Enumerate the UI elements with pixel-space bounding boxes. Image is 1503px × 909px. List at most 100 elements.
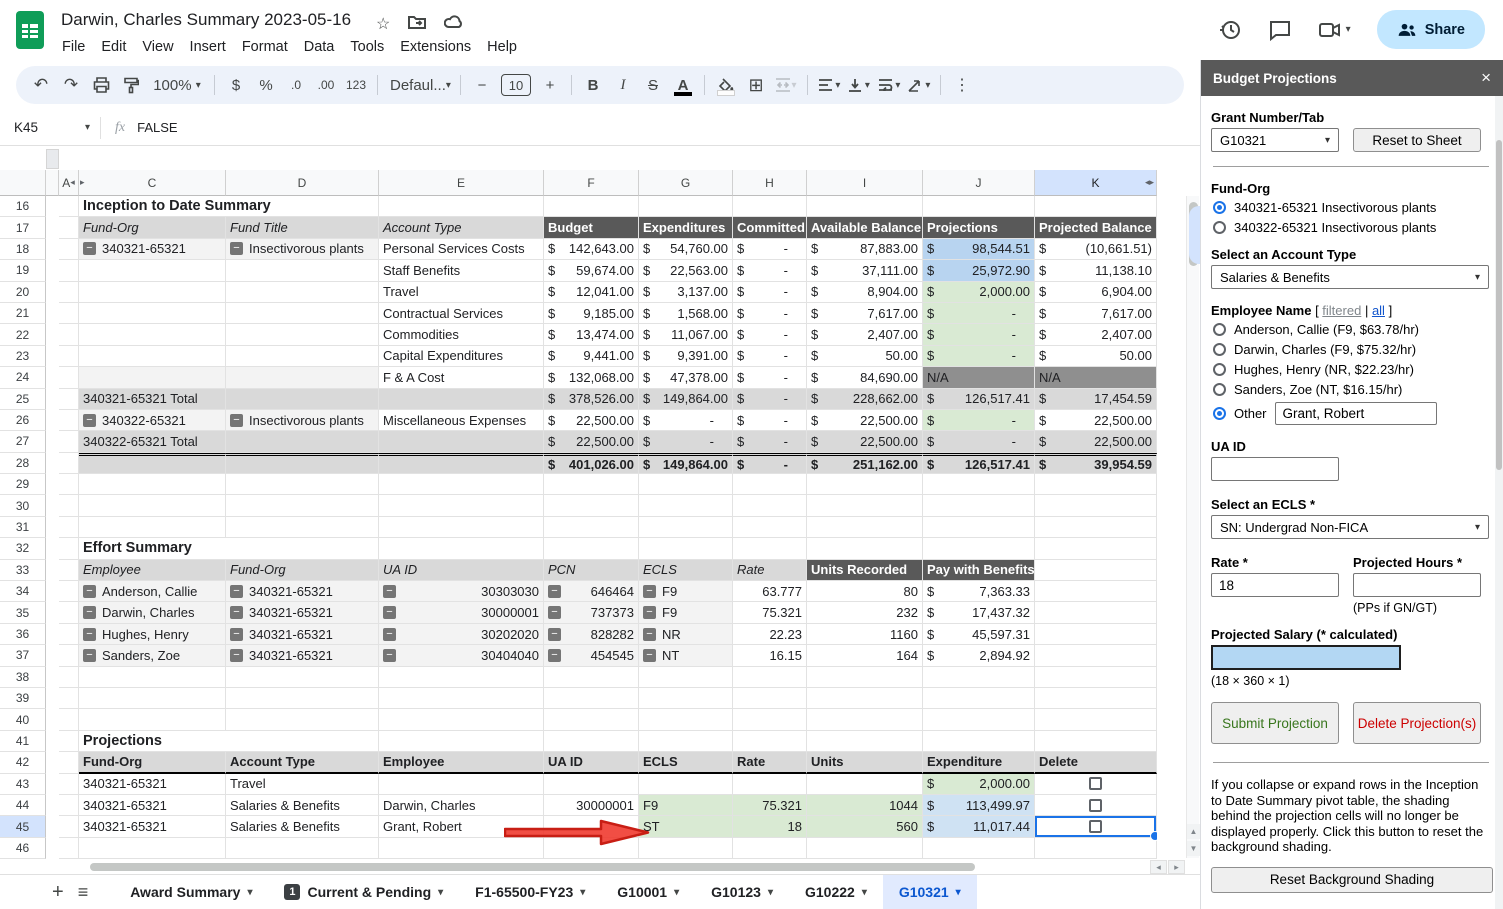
cell-K36[interactable] [1035,624,1157,645]
row-header-37[interactable]: 37 [0,645,46,666]
cell-F16[interactable] [544,196,639,217]
sheet-tab-g10222[interactable]: G10222▾ [789,875,883,909]
cell-F17[interactable]: Budget [544,217,639,238]
grant-number-select[interactable]: G10321▾ [1211,128,1339,152]
collapse-minus-icon[interactable]: − [548,649,561,662]
merge-cells-button[interactable]: ▾ [773,72,799,98]
cell-H46[interactable] [733,838,807,859]
cell-F30[interactable] [544,495,639,516]
employee-option-other[interactable]: Other Grant, Robert [1213,402,1491,425]
more-toolbar-button[interactable]: ⋮ [949,72,975,98]
cell-G32[interactable] [639,538,733,559]
row-header-17[interactable]: 17 [0,217,46,238]
increase-font-size-button[interactable]: + [537,72,563,98]
sheet-tab-g10001[interactable]: G10001▾ [601,875,695,909]
cell-H23[interactable]: $- [733,346,807,367]
cell-C24[interactable] [79,367,226,388]
cell-K28[interactable]: $39,954.59 [1035,453,1157,474]
font-family-select[interactable]: Defaul...▾ [386,72,452,98]
undo-button[interactable]: ↶ [28,72,54,98]
cell-C30[interactable] [79,495,226,516]
sheet-tab-current-pending[interactable]: 1Current & Pending▾ [268,875,459,909]
italic-button[interactable]: I [610,72,636,98]
cell-G38[interactable] [639,667,733,688]
cell-F31[interactable] [544,517,639,538]
cell-G16[interactable] [639,196,733,217]
checkbox-K45[interactable] [1089,820,1102,833]
cell-C19[interactable] [79,260,226,281]
vertical-align-button[interactable]: ▾ [846,72,872,98]
cell-G23[interactable]: $9,391.00 [639,346,733,367]
cell-I24[interactable]: $84,690.00 [807,367,923,388]
cell-A40[interactable] [59,709,79,730]
cell-G44[interactable]: F9 [639,795,733,816]
filtered-link[interactable]: filtered [1322,303,1361,318]
cell-A33[interactable] [59,560,79,581]
cell-D35[interactable]: −340321-65321 [226,602,379,623]
cell-E19[interactable]: Staff Benefits [379,260,544,281]
cell-E35[interactable]: −30000001 [379,602,544,623]
formula-input[interactable]: FALSE [137,120,177,135]
cell-D34[interactable]: −340321-65321 [226,581,379,602]
cell-I44[interactable]: 1044 [807,795,923,816]
cell-F36[interactable]: −828282 [544,624,639,645]
cell-E24[interactable]: F & A Cost [379,367,544,388]
cell-F37[interactable]: −454545 [544,645,639,666]
cell-F20[interactable]: $12,041.00 [544,282,639,303]
projected-hours-input[interactable] [1353,573,1481,597]
present-to-meet-button[interactable]: ▾ [1318,18,1351,42]
row-header-35[interactable]: 35 [0,602,46,623]
cell-F38[interactable] [544,667,639,688]
cell-G18[interactable]: $54,760.00 [639,239,733,260]
menu-tools[interactable]: Tools [342,36,392,58]
cell-E30[interactable] [379,495,544,516]
cell-D37[interactable]: −340321-65321 [226,645,379,666]
font-size-input[interactable]: 10 [501,74,531,96]
column-header-E[interactable]: E [379,170,544,196]
row-header-24[interactable]: 24 [0,367,46,388]
cell-E20[interactable]: Travel [379,282,544,303]
cell-K37[interactable] [1035,645,1157,666]
cell-H18[interactable]: $- [733,239,807,260]
cell-A32[interactable] [59,538,79,559]
cell-J30[interactable] [923,495,1035,516]
cell-F32[interactable] [544,538,639,559]
cell-D25[interactable] [226,389,379,410]
cell-J29[interactable] [923,474,1035,495]
cell-E37[interactable]: −30404040 [379,645,544,666]
cell-A21[interactable] [59,303,79,324]
menu-help[interactable]: Help [479,36,525,58]
increase-decimal-button[interactable]: .00 [313,72,339,98]
cell-C16[interactable]: Inception to Date Summary [79,196,226,217]
sheet-tab-award-summary[interactable]: Award Summary▾ [114,875,268,909]
cell-I43[interactable] [807,774,923,795]
cell-F41[interactable] [544,731,639,752]
horizontal-align-button[interactable]: ▾ [816,72,842,98]
cell-A16[interactable] [59,196,79,217]
cell-C29[interactable] [79,474,226,495]
collapse-minus-icon[interactable]: − [230,414,243,427]
cell-F24[interactable]: $132,068.00 [544,367,639,388]
cell-K24[interactable]: N/A [1035,367,1157,388]
cell-D21[interactable] [226,303,379,324]
cell-I42[interactable]: Units [807,752,923,773]
column-header-D[interactable]: D [226,170,379,196]
number-format-button[interactable]: 123 [343,72,369,98]
horizontal-scrollbar[interactable]: ◂ ▸ [0,860,1200,874]
cell-G34[interactable]: −F9 [639,581,733,602]
sheets-logo-icon[interactable] [16,11,44,49]
cell-H41[interactable] [733,731,807,752]
cell-K20[interactable]: $6,904.00 [1035,282,1157,303]
cell-G20[interactable]: $3,137.00 [639,282,733,303]
cell-K38[interactable] [1035,667,1157,688]
grid-corner-cell[interactable] [0,170,46,196]
cell-D26[interactable]: −Insectivorous plants [226,410,379,431]
cell-C27[interactable]: 340322-65321 Total [79,431,226,452]
cell-J26[interactable]: $- [923,410,1035,431]
cell-K23[interactable]: $50.00 [1035,346,1157,367]
borders-button[interactable]: ⊞ [743,72,769,98]
cell-G26[interactable]: $- [639,410,733,431]
cell-A41[interactable] [59,731,79,752]
cell-K27[interactable]: $22,500.00 [1035,431,1157,452]
row-header-32[interactable]: 32 [0,538,46,559]
